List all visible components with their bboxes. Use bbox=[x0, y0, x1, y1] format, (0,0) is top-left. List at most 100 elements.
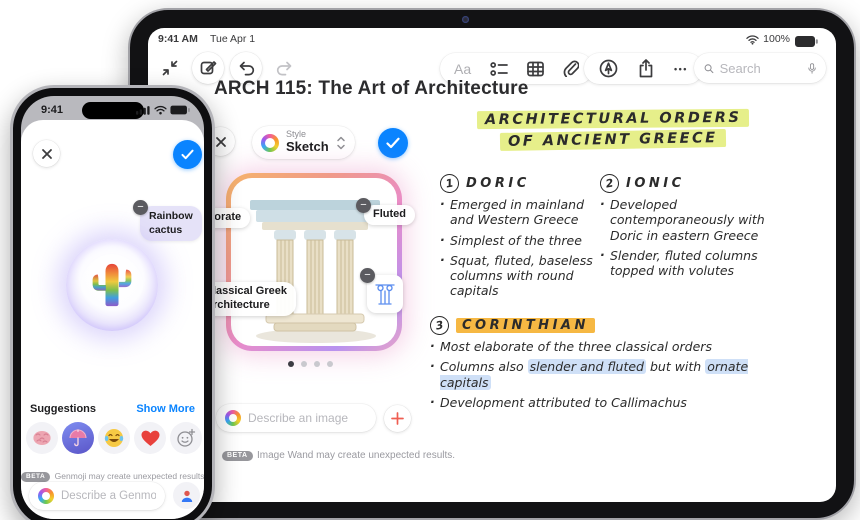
heading-line1: ARCHITECTURAL ORDERS bbox=[476, 108, 750, 130]
describe-genmoji-input[interactable] bbox=[61, 490, 156, 502]
section-title: IONIC bbox=[626, 176, 685, 191]
tag-fluted: Fluted bbox=[364, 205, 415, 225]
collapse-icon bbox=[162, 60, 178, 76]
actions-group: ••• bbox=[584, 53, 703, 84]
highlighted-text: slender and fluted bbox=[527, 359, 646, 375]
note-title: ARCH 115: The Art of Architecture bbox=[214, 78, 529, 99]
note-bullet: Columns also slender and fluted but with… bbox=[430, 358, 775, 390]
more-button[interactable]: ••• bbox=[674, 64, 688, 74]
ipad-status-bar: 9:41 AM Tue Apr 1 100% bbox=[148, 33, 836, 51]
rainbow-umbrella-genmoji[interactable] bbox=[62, 422, 94, 454]
beta-text: Image Wand may create unexpected results… bbox=[257, 450, 456, 461]
red-heart-emoji[interactable] bbox=[134, 422, 166, 454]
chevron-up-down-icon bbox=[336, 136, 345, 149]
remove-tag-fluted-button[interactable]: − bbox=[356, 198, 371, 213]
genmoji-close-button[interactable] bbox=[33, 140, 60, 167]
person-icon bbox=[181, 490, 192, 502]
style-selector[interactable]: Style Sketch bbox=[252, 126, 355, 159]
column-sketch-icon bbox=[375, 284, 395, 305]
suggestions-label: Suggestions bbox=[30, 403, 97, 415]
style-value: Sketch bbox=[286, 139, 329, 155]
checklist-button[interactable] bbox=[490, 61, 508, 77]
wifi-icon bbox=[746, 34, 759, 45]
profile-button[interactable] bbox=[173, 482, 200, 509]
describe-image-bar[interactable] bbox=[216, 404, 376, 432]
search-input[interactable] bbox=[719, 60, 802, 76]
undo-icon bbox=[239, 61, 254, 76]
search-icon bbox=[704, 63, 714, 73]
compose-icon bbox=[200, 61, 217, 75]
ipad-device: 9:41 AM Tue Apr 1 100% Aa ••• Search ARC… bbox=[128, 8, 856, 520]
bullet-text: Columns also bbox=[440, 359, 528, 375]
bullet-text: but with bbox=[645, 359, 706, 375]
iphone-device: 9:41 − Rainbow cactus Suggestions Show M… bbox=[10, 85, 215, 520]
note-bullet: Most elaborate of the three classical or… bbox=[430, 338, 775, 354]
ipad-screen: 9:41 AM Tue Apr 1 100% Aa ••• Search ARC… bbox=[148, 28, 836, 502]
heading-line2: OF ANCIENT GREECE bbox=[500, 129, 726, 151]
show-more-link[interactable]: Show More bbox=[136, 403, 195, 415]
section-corinthian: 3 CORINTHIAN Most elaborate of the three… bbox=[428, 314, 775, 415]
text-format-button[interactable]: Aa bbox=[454, 61, 471, 77]
section-number: 3 bbox=[428, 314, 451, 337]
describe-genmoji-bar[interactable] bbox=[29, 482, 165, 510]
beta-badge: BETA bbox=[21, 471, 51, 482]
genmoji-preview-bubble bbox=[66, 239, 158, 331]
redo-icon bbox=[276, 61, 291, 76]
wifi-icon bbox=[154, 105, 167, 115]
share-button[interactable] bbox=[638, 59, 654, 78]
remove-sketch-ref-button[interactable]: − bbox=[360, 268, 375, 283]
note-bullet: Slender, fluted columns topped with volu… bbox=[600, 247, 782, 279]
battery-icon bbox=[170, 105, 190, 115]
new-genmoji-button[interactable] bbox=[170, 422, 202, 454]
note-bullet: Emerged in mainland and Western Greece bbox=[440, 196, 598, 228]
section-title: CORINTHIAN bbox=[456, 318, 595, 333]
iphone-screen: 9:41 − Rainbow cactus Suggestions Show M… bbox=[21, 96, 204, 519]
section-number: 1 bbox=[438, 172, 461, 195]
beta-badge: BETA bbox=[222, 450, 253, 461]
iphone-time: 9:41 bbox=[41, 104, 64, 116]
battery-icon bbox=[795, 36, 818, 47]
ipad-time: 9:41 AM bbox=[158, 33, 198, 45]
tag-label: Classical Greek bbox=[205, 285, 287, 297]
brain-emoji[interactable] bbox=[26, 422, 58, 454]
signal-icon bbox=[136, 106, 150, 115]
face-with-tears-of-joy-emoji[interactable] bbox=[98, 422, 130, 454]
attachment-button[interactable] bbox=[563, 60, 580, 77]
describe-image-input[interactable] bbox=[248, 411, 367, 425]
style-icon bbox=[261, 133, 279, 152]
ipad-camera bbox=[462, 16, 469, 23]
generated-image-card[interactable] bbox=[226, 173, 402, 351]
note-bullet: Simplest of the three bbox=[440, 231, 598, 248]
note-bullet: Development attributed to Callimachus bbox=[430, 394, 775, 410]
dictation-icon[interactable] bbox=[808, 61, 816, 76]
close-icon bbox=[41, 148, 52, 159]
battery-percent: 100% bbox=[763, 33, 790, 45]
rainbow-cactus-emoji bbox=[92, 263, 132, 307]
section-title: DORIC bbox=[466, 176, 530, 191]
image-pagination-dots[interactable] bbox=[288, 361, 333, 367]
image-wand-icon bbox=[225, 410, 241, 426]
table-button[interactable] bbox=[527, 61, 544, 77]
genmoji-accept-button[interactable] bbox=[173, 140, 202, 169]
stage: 9:41 AM Tue Apr 1 100% Aa ••• Search ARC… bbox=[0, 0, 860, 520]
genmoji-icon bbox=[38, 488, 54, 504]
add-image-button[interactable] bbox=[384, 405, 411, 432]
section-ionic: 2 IONIC Developed contemporaneously with… bbox=[598, 172, 782, 283]
plus-icon bbox=[391, 412, 404, 425]
section-number: 2 bbox=[598, 172, 621, 195]
genmoji-tag: Rainbow cactus bbox=[140, 206, 202, 242]
tag-label: Rainbow bbox=[149, 210, 193, 222]
image-wand-accept-button[interactable] bbox=[378, 128, 408, 158]
genmoji-sheet: − Rainbow cactus Suggestions Show More B… bbox=[21, 120, 204, 519]
tag-label: cactus bbox=[149, 223, 183, 236]
remove-genmoji-tag-button[interactable]: − bbox=[133, 200, 148, 215]
tag-label: Fluted bbox=[373, 208, 406, 220]
note-bullet: Squat, fluted, baseless columns with rou… bbox=[440, 252, 598, 299]
pencil-tools-button[interactable] bbox=[599, 59, 618, 78]
search-bar[interactable] bbox=[694, 53, 826, 83]
collapse-button[interactable] bbox=[154, 52, 186, 84]
suggestions-row bbox=[26, 422, 202, 454]
beta-text: Genmoji may create unexpected results. bbox=[54, 471, 204, 481]
check-icon bbox=[386, 137, 400, 149]
dynamic-island bbox=[82, 102, 144, 119]
